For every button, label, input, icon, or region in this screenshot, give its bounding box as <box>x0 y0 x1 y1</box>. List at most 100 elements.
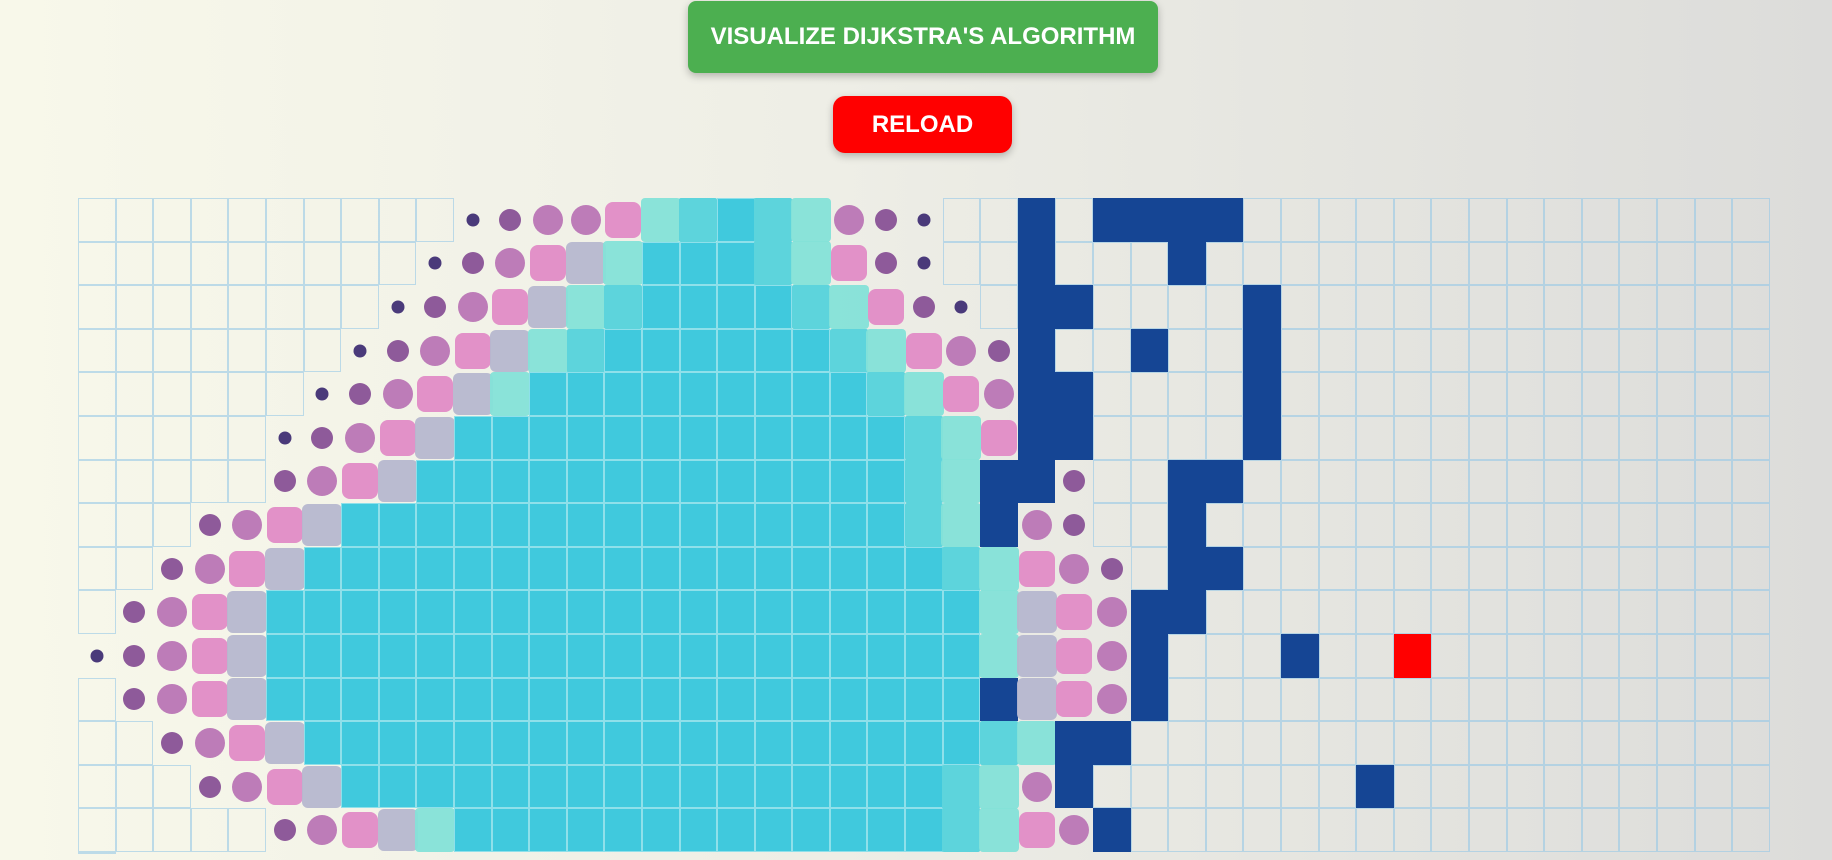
grid-node[interactable] <box>1506 503 1545 547</box>
visited-node[interactable] <box>453 590 492 634</box>
grid-node[interactable] <box>78 372 116 416</box>
pathfinding-grid[interactable] <box>78 197 1770 854</box>
visiting-node[interactable] <box>1018 503 1056 547</box>
grid-node[interactable] <box>153 285 191 329</box>
grid-node[interactable] <box>1093 459 1131 504</box>
visited-node[interactable] <box>717 459 755 504</box>
wall-node[interactable] <box>980 459 1018 504</box>
grid-node[interactable] <box>1656 459 1695 504</box>
visualize-dijkstra-button[interactable]: VISUALIZE DIJKSTRA'S ALGORITHM <box>688 1 1158 73</box>
grid-node[interactable] <box>1619 590 1657 634</box>
visited-node[interactable] <box>679 241 718 286</box>
visited-node[interactable] <box>829 546 868 591</box>
visiting-node[interactable] <box>980 329 1018 373</box>
visited-node[interactable] <box>378 503 417 547</box>
visited-node[interactable] <box>829 633 868 678</box>
grid-node[interactable] <box>1468 590 1507 634</box>
grid-node[interactable] <box>1130 241 1169 286</box>
visited-node[interactable] <box>491 503 530 547</box>
visiting-node[interactable] <box>604 198 642 242</box>
visiting-node[interactable] <box>379 285 417 329</box>
grid-node[interactable] <box>1506 546 1545 591</box>
visited-node[interactable] <box>303 633 342 678</box>
grid-node[interactable] <box>190 198 229 242</box>
grid-node[interactable] <box>228 285 266 329</box>
visiting-node[interactable] <box>228 721 266 765</box>
grid-node[interactable] <box>1656 808 1695 852</box>
grid-node[interactable] <box>1130 546 1169 591</box>
visited-node[interactable] <box>717 590 755 634</box>
visiting-node[interactable] <box>1016 634 1057 678</box>
visiting-node[interactable] <box>341 460 379 504</box>
visited-node[interactable] <box>679 808 718 852</box>
grid-node[interactable] <box>1694 285 1733 329</box>
visiting-node[interactable] <box>565 242 606 286</box>
visiting-node[interactable] <box>304 372 342 416</box>
grid-node[interactable] <box>1581 503 1620 547</box>
grid-node[interactable] <box>1619 198 1657 242</box>
grid-node[interactable] <box>1619 764 1657 809</box>
visiting-node[interactable] <box>941 502 982 547</box>
grid-node[interactable] <box>1356 546 1394 591</box>
grid-node[interactable] <box>228 328 266 373</box>
grid-node[interactable] <box>78 808 116 852</box>
grid-node[interactable] <box>1581 546 1620 591</box>
grid-node[interactable] <box>1431 546 1469 591</box>
grid-node[interactable] <box>1093 372 1131 416</box>
visiting-node[interactable] <box>264 547 305 591</box>
visited-node[interactable] <box>942 721 981 765</box>
grid-node[interactable] <box>1694 198 1733 242</box>
visited-node[interactable] <box>792 328 830 373</box>
visiting-node[interactable] <box>905 285 943 329</box>
grid-node[interactable] <box>78 241 116 286</box>
visited-node[interactable] <box>529 590 567 634</box>
grid-node[interactable] <box>1619 721 1657 765</box>
visiting-node[interactable] <box>492 242 530 286</box>
grid-node[interactable] <box>942 198 981 242</box>
grid-node[interactable] <box>1318 372 1357 416</box>
visited-node[interactable] <box>641 590 680 634</box>
grid-node[interactable] <box>153 764 191 809</box>
grid-node[interactable] <box>78 198 116 242</box>
grid-node[interactable] <box>1656 721 1695 765</box>
visited-node[interactable] <box>341 546 379 591</box>
visited-node[interactable] <box>453 677 492 722</box>
grid-node[interactable] <box>1356 372 1394 416</box>
visited-node[interactable] <box>679 459 718 504</box>
grid-node[interactable] <box>1732 590 1770 634</box>
visited-node[interactable] <box>717 721 755 765</box>
visiting-node[interactable] <box>228 547 266 591</box>
grid-node[interactable] <box>980 198 1018 242</box>
visited-node[interactable] <box>604 328 642 373</box>
grid-node[interactable] <box>1468 459 1507 504</box>
visited-node[interactable] <box>679 721 718 765</box>
visiting-node[interactable] <box>415 808 456 853</box>
grid-node[interactable] <box>1205 808 1244 852</box>
grid-node[interactable] <box>1093 764 1131 809</box>
grid-node[interactable] <box>1281 503 1319 547</box>
wall-node[interactable] <box>1130 198 1169 242</box>
wall-node[interactable] <box>1356 764 1394 809</box>
wall-node[interactable] <box>1205 198 1244 242</box>
visiting-node[interactable] <box>1016 590 1057 634</box>
visiting-node[interactable] <box>1093 590 1131 634</box>
visited-node[interactable] <box>453 415 492 460</box>
visited-node[interactable] <box>717 503 755 547</box>
grid-node[interactable] <box>1168 285 1206 329</box>
visited-node[interactable] <box>829 764 868 809</box>
visited-node[interactable] <box>416 721 454 765</box>
grid-node[interactable] <box>1431 503 1469 547</box>
grid-node[interactable] <box>1544 633 1582 678</box>
grid-node[interactable] <box>115 328 154 373</box>
visiting-node[interactable] <box>942 764 981 809</box>
grid-node[interactable] <box>1468 241 1507 286</box>
visited-node[interactable] <box>829 503 868 547</box>
grid-node[interactable] <box>1732 372 1770 416</box>
visiting-node[interactable] <box>266 460 304 504</box>
grid-node[interactable] <box>378 198 417 242</box>
grid-node[interactable] <box>1468 198 1507 242</box>
grid-node[interactable] <box>1694 633 1733 678</box>
grid-node[interactable] <box>1393 198 1432 242</box>
visiting-node[interactable] <box>905 242 943 286</box>
grid-node[interactable] <box>1506 808 1545 852</box>
